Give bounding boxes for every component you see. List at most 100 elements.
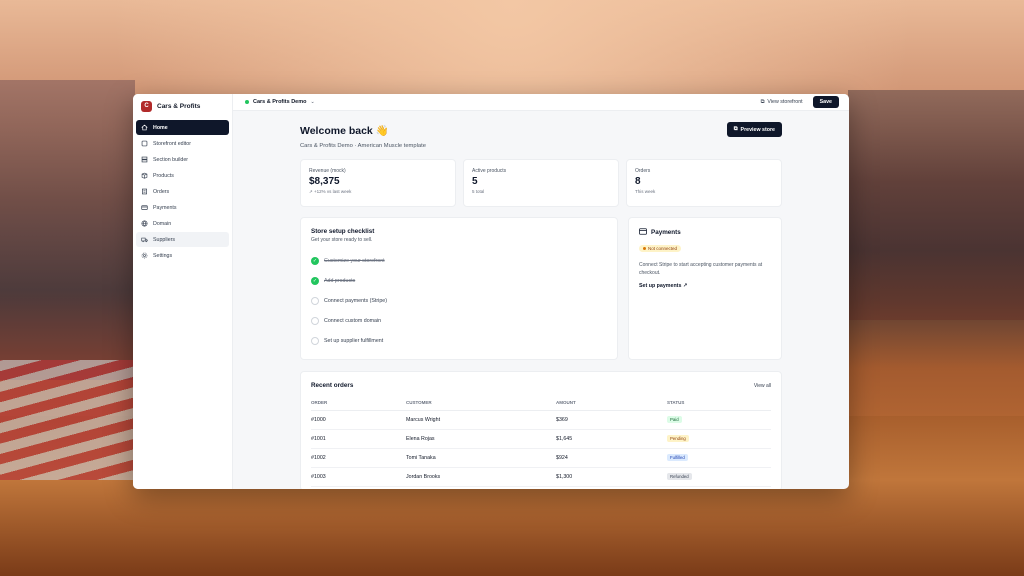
customer-name: Tomi Tanaka <box>406 448 556 468</box>
order-id: #1002 <box>311 448 406 468</box>
card-title: Store setup checklist <box>311 228 375 235</box>
truck-icon <box>141 236 148 243</box>
checklist-item[interactable]: Set up supplier fulfillment <box>311 331 607 351</box>
checklist-item-label: Connect custom domain <box>324 318 382 324</box>
preview-store-button[interactable]: ⧉ Preview store <box>726 122 782 137</box>
receipt-icon <box>141 188 148 195</box>
card-title: Payments <box>651 229 681 236</box>
sidebar-item-section-builder[interactable]: Section builder <box>136 152 229 167</box>
view-all-link[interactable]: View all <box>754 383 771 389</box>
setup-checklist-card: Store setup checklist Get your store rea… <box>300 217 618 360</box>
stat-card-orders: Orders 8 This week <box>626 159 782 207</box>
warning-dot-icon <box>643 247 646 250</box>
status-badge: Fulfilled <box>667 454 688 461</box>
box-icon <box>141 172 148 179</box>
empty-circle-icon <box>311 337 319 345</box>
view-storefront-button[interactable]: ⧉ View storefront <box>757 97 807 108</box>
order-amount: $1,300 <box>556 467 667 487</box>
table-row[interactable]: #1001 Elena Rojas $1,645 Pending <box>311 429 771 449</box>
stat-sub: This week <box>635 189 656 194</box>
set-up-payments-link[interactable]: Set up payments ↗ <box>639 283 771 289</box>
customer-name: Elena Rojas <box>406 429 556 449</box>
sidebar-item-settings[interactable]: Settings <box>136 248 229 263</box>
stat-label: Revenue (mock) <box>309 168 346 174</box>
column-header: CUSTOMER <box>406 400 556 411</box>
sidebar-item-orders[interactable]: Orders <box>136 184 229 199</box>
background-grandstand-left <box>0 80 135 380</box>
brand-logo: C <box>141 100 152 112</box>
sidebar-item-domain[interactable]: Domain <box>136 216 229 231</box>
table-row[interactable]: #1002 Tomi Tanaka $924 Fulfilled <box>311 448 771 468</box>
order-amount: $369 <box>556 410 667 430</box>
brand[interactable]: C Cars & Profits <box>136 97 229 115</box>
table-row[interactable]: #1000 Marcus Wright $369 Paid <box>311 410 771 430</box>
card-icon <box>141 204 148 211</box>
column-header: STATUS <box>667 400 771 411</box>
empty-circle-icon <box>311 297 319 305</box>
stat-value: $8,375 <box>309 176 340 187</box>
topbar: Cars & Profits Demo ⌄ ⧉ View storefront … <box>233 94 849 111</box>
checklist-item[interactable]: Connect custom domain <box>311 311 607 331</box>
status-badge: Not connected <box>639 245 682 252</box>
stat-value: 8 <box>635 176 641 187</box>
sidebar-item-label: Settings <box>153 252 173 259</box>
checklist-item[interactable]: ✓ Customize your storefront <box>311 251 607 271</box>
sidebar-item-home[interactable]: Home <box>136 120 229 135</box>
gear-icon <box>141 252 148 259</box>
store-icon <box>141 140 148 147</box>
globe-icon <box>141 220 148 227</box>
checklist-item-label: Customize your storefront <box>324 258 385 264</box>
stat-card-revenue: Revenue (mock) $8,375 ↗ +12% vs last wee… <box>300 159 456 207</box>
checklist-item[interactable]: ✓ Add products <box>311 271 607 291</box>
order-id: #1001 <box>311 429 406 449</box>
check-circle-icon: ✓ <box>311 277 319 285</box>
check-circle-icon: ✓ <box>311 257 319 265</box>
checklist-item-label: Connect payments (Stripe) <box>324 298 388 304</box>
store-selector[interactable]: Cars & Profits Demo ⌄ <box>245 99 315 105</box>
checklist-item-label: Add products <box>324 278 356 284</box>
sidebar-item-suppliers[interactable]: Suppliers <box>136 232 229 247</box>
store-selector-label: Cars & Profits Demo <box>253 99 307 105</box>
status-badge: Refunded <box>667 473 692 480</box>
sidebar-item-products[interactable]: Products <box>136 168 229 183</box>
sidebar-item-label: Domain <box>153 220 172 227</box>
column-header: AMOUNT <box>556 400 667 411</box>
save-button[interactable]: Save <box>812 96 839 108</box>
home-icon <box>141 124 148 131</box>
main-area: Cars & Profits Demo ⌄ ⧉ View storefront … <box>233 94 849 489</box>
status-dot <box>245 100 249 104</box>
order-id: #1000 <box>311 410 406 430</box>
stats-row: Revenue (mock) $8,375 ↗ +12% vs last wee… <box>300 159 782 207</box>
table-row[interactable]: #1003 Jordan Brooks $1,300 Refunded <box>311 467 771 487</box>
customer-name: Marcus Wright <box>406 410 556 430</box>
preview-store-label: Preview store <box>740 126 775 133</box>
brand-name: Cars & Profits <box>157 102 201 110</box>
checklist-item[interactable]: Connect payments (Stripe) <box>311 291 607 311</box>
orders-table: ORDER CUSTOMER AMOUNT STATUS #1000 Marcu… <box>311 400 771 487</box>
page-title: Welcome back 👋 <box>300 125 389 137</box>
sidebar-item-payments[interactable]: Payments <box>136 200 229 215</box>
app-window: C Cars & Profits Home Storefront editor … <box>133 94 849 489</box>
stat-value: 5 <box>472 176 478 187</box>
order-amount: $1,645 <box>556 429 667 449</box>
column-header: ORDER <box>311 400 406 411</box>
stat-label: Orders <box>635 168 651 174</box>
sidebar: C Cars & Profits Home Storefront editor … <box>133 94 233 489</box>
status-badge-label: Not connected <box>648 246 678 251</box>
sidebar-item-label: Payments <box>153 204 177 211</box>
recent-orders-card: Recent orders View all ORDER CUSTOMER AM… <box>300 371 782 489</box>
layers-icon <box>141 156 148 163</box>
payments-card: Payments Not connected Connect Stripe to… <box>628 217 782 360</box>
sidebar-item-storefront-editor[interactable]: Storefront editor <box>136 136 229 151</box>
order-id: #1003 <box>311 467 406 487</box>
card-icon <box>639 228 647 237</box>
sidebar-item-label: Orders <box>153 188 170 195</box>
stat-label: Active products <box>472 168 507 174</box>
status-badge: Paid <box>667 416 682 423</box>
stat-card-active-products: Active products 5 5 total <box>463 159 619 207</box>
stat-sub: ↗ +12% vs last week <box>309 189 352 194</box>
checklist-item-label: Set up supplier fulfillment <box>324 338 384 344</box>
sidebar-item-label: Section builder <box>153 156 189 163</box>
background-curb-stripes <box>0 360 135 480</box>
customer-name: Jordan Brooks <box>406 467 556 487</box>
